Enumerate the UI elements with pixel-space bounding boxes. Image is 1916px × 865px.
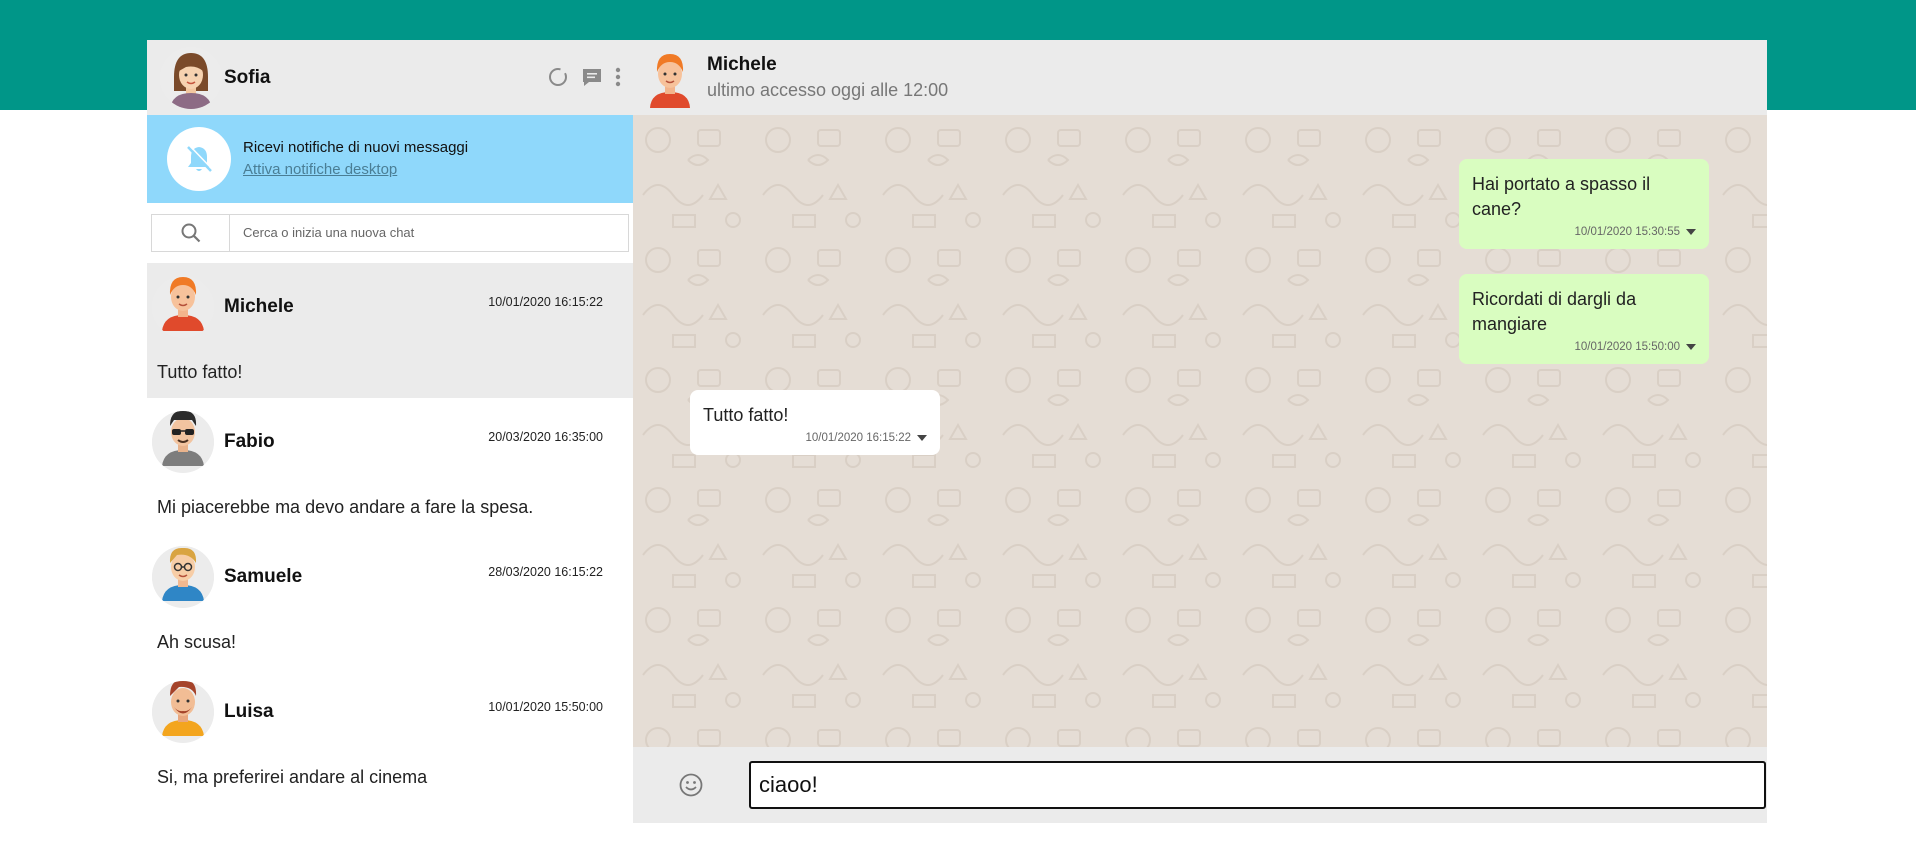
contact-item[interactable]: Samuele 28/03/2020 16:15:22 Ah scusa! [147,533,633,668]
chat-icon[interactable] [581,66,603,88]
sidebar-actions [547,66,621,88]
contact-name: Michele [224,296,294,317]
notification-banner: Ricevi notifiche di nuovi messaggi Attiv… [147,115,633,203]
contact-last-message: Mi piacerebbe ma devo andare a fare la s… [157,497,534,517]
contact-list: Michele 10/01/2020 16:15:22 Tutto fatto! [147,263,633,803]
search-button[interactable] [151,213,230,252]
message-text: Hai portato a spasso il cane? [1472,174,1651,219]
composer [633,747,1767,823]
message-text: Ricordati di dargli da mangiare [1472,289,1637,334]
search-input[interactable] [230,213,629,252]
message-area: Hai portato a spasso il cane? 10/01/2020… [633,115,1767,747]
contact-last-message: Ah scusa! [157,632,237,652]
avatar[interactable] [160,46,222,109]
menu-icon[interactable] [615,66,621,88]
message-bubble[interactable]: Hai portato a spasso il cane? 10/01/2020… [1459,159,1709,249]
contact-date: 10/01/2020 16:15:22 [488,295,603,309]
enable-notifications-link[interactable]: Attiva notifiche desktop [243,159,468,181]
message-date: 10/01/2020 16:15:22 [805,432,911,444]
contact-date: 10/01/2020 15:50:00 [488,700,603,714]
contact-item[interactable]: Fabio 20/03/2020 16:35:00 Mi piacerebbe … [147,398,633,533]
sidebar: Sofia Ricevi notifiche di nuovi messaggi… [147,40,633,823]
chat-panel: Michele ultimo accesso oggi alle 12:00 H… [633,40,1767,823]
search-icon [181,223,200,242]
contact-date: 20/03/2020 16:35:00 [488,430,603,444]
avatar[interactable] [645,48,695,108]
chat-contact-name: Michele [707,53,777,75]
contact-last-message: Tutto fatto! [157,362,243,382]
contact-last-message: Si, ma preferirei andare al cinema [157,767,428,787]
contact-name: Luisa [224,701,274,722]
contact-name: Fabio [224,431,275,452]
contact-item[interactable]: Michele 10/01/2020 16:15:22 Tutto fatto! [147,263,633,398]
message-bubble[interactable]: Tutto fatto! 10/01/2020 16:15:22 [690,390,940,455]
notification-title: Ricevi notifiche di nuovi messaggi [243,139,469,156]
contact-name: Samuele [224,566,303,587]
app-window: Sofia Ricevi notifiche di nuovi messaggi… [147,40,1767,823]
sidebar-header: Sofia [147,40,633,115]
chat-header: Michele ultimo accesso oggi alle 12:00 [633,40,1767,115]
caret-down-icon[interactable] [1686,344,1696,350]
avatar [152,276,214,338]
message-text: Tutto fatto! [703,405,789,425]
avatar [152,681,214,743]
message-date: 10/01/2020 15:50:00 [1574,341,1680,353]
message-bubble[interactable]: Ricordati di dargli da mangiare 10/01/20… [1459,274,1709,364]
avatar [152,411,214,473]
status-icon[interactable] [547,66,569,88]
emoji-button[interactable] [633,772,749,798]
user-name: Sofia [224,66,271,88]
caret-down-icon[interactable] [917,435,927,441]
message-date: 10/01/2020 15:30:55 [1574,226,1680,238]
contact-item[interactable]: Luisa 10/01/2020 15:50:00 Si, ma preferi… [147,668,633,803]
message-input[interactable] [749,761,1766,809]
bell-off-icon [167,127,231,191]
search-bar [147,203,633,263]
emoji-icon [679,773,703,797]
caret-down-icon[interactable] [1686,229,1696,235]
avatar [152,546,214,608]
chat-contact-status: ultimo accesso oggi alle 12:00 [707,79,949,100]
contact-date: 28/03/2020 16:15:22 [488,565,603,579]
